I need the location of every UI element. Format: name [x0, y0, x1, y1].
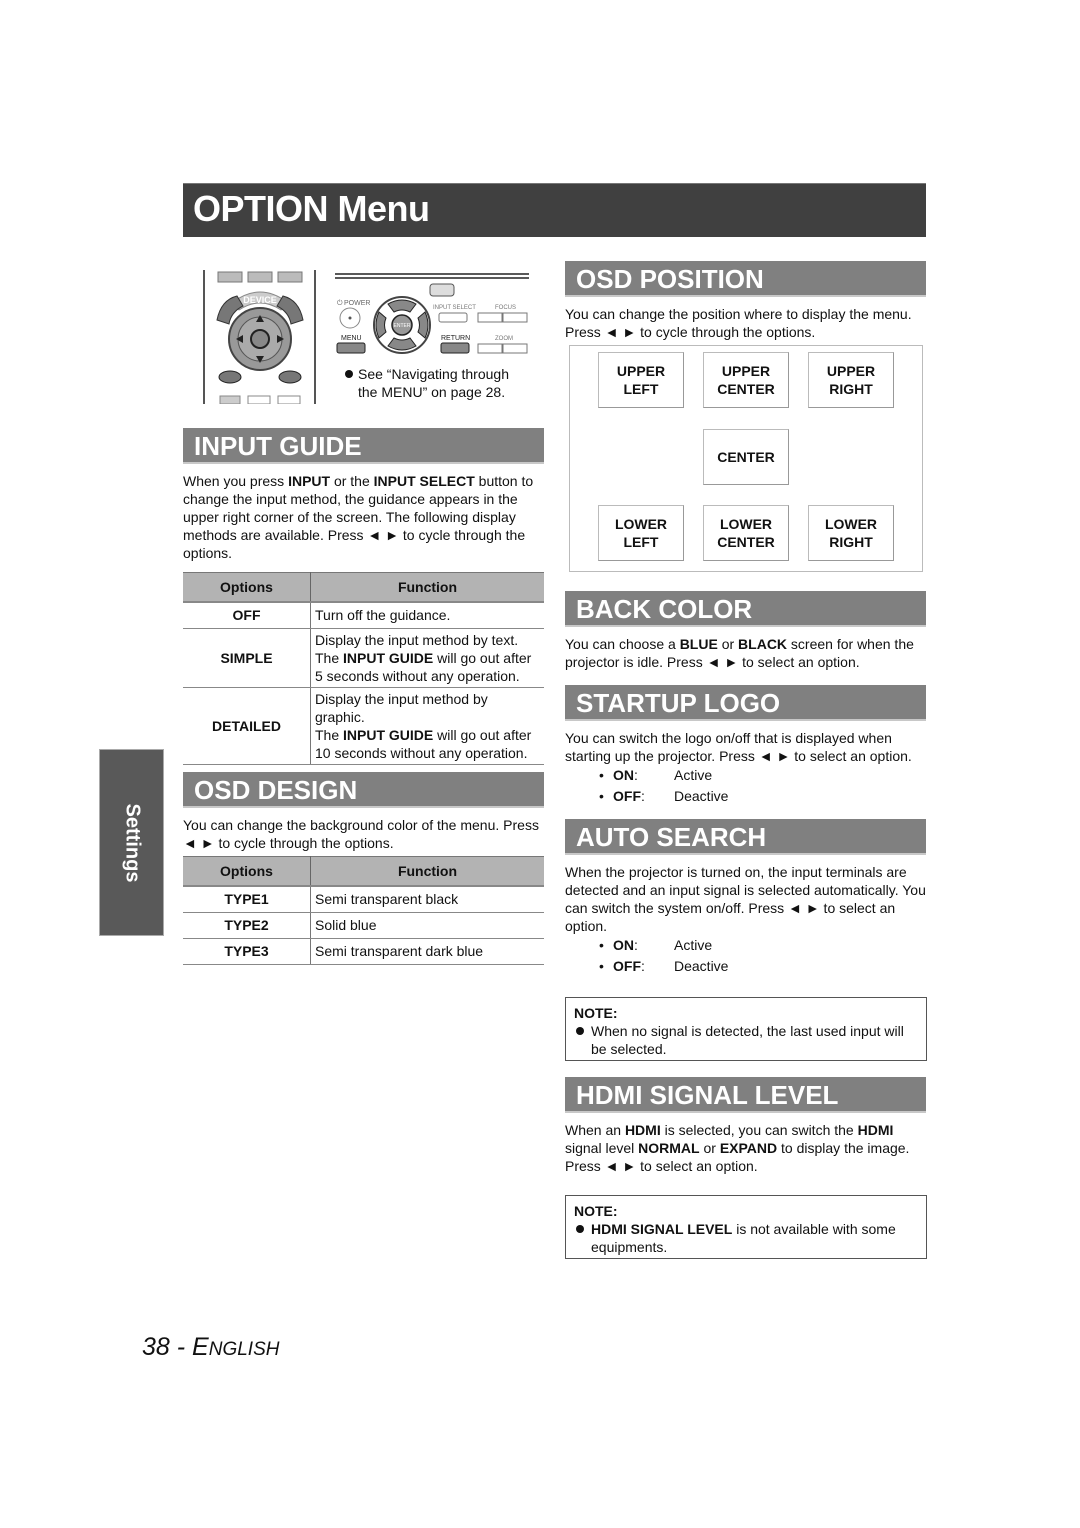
col-function: Function	[310, 572, 544, 603]
osd-position-heading: OSD POSITION	[565, 261, 926, 297]
table-row: SIMPLE Display the input method by text.…	[183, 628, 544, 688]
freeze-button-icon	[278, 370, 302, 384]
table-header-row: Options Function	[183, 572, 544, 603]
hdmi-signal-level-heading: HDMI SIGNAL LEVEL	[565, 1077, 926, 1113]
svg-text:⏻: ⏻	[337, 299, 343, 307]
table-row: DETAILED Display the input method by gra…	[183, 687, 544, 765]
note-title: NOTE:	[574, 1005, 618, 1021]
default-button-icon	[218, 370, 242, 384]
list-item: • OFF: Deactive	[599, 788, 729, 804]
position-upper-right: UPPER RIGHT	[808, 352, 894, 408]
position-center: CENTER	[703, 429, 789, 485]
page-number: 38	[142, 1333, 170, 1361]
back-color-heading: BACK COLOR	[565, 591, 926, 627]
input-guide-text: When you press INPUT or the INPUT SELECT…	[183, 473, 534, 561]
osd-design-heading: OSD DESIGN	[183, 772, 544, 808]
bullet-dot-icon	[345, 370, 353, 378]
settings-side-tab: Settings	[99, 749, 164, 936]
position-lower-left: LOWER LEFT	[598, 505, 684, 561]
col-function: Function	[310, 856, 544, 887]
osd-position-text: You can change the position where to dis…	[565, 306, 912, 340]
osd-design-text: You can change the background color of t…	[183, 817, 539, 851]
position-lower-right: LOWER RIGHT	[808, 505, 894, 561]
startup-logo-options: • ON: Active • OFF: Deactive	[599, 765, 728, 807]
pause-button-icon	[247, 271, 273, 283]
zoom-minus-button-icon	[477, 343, 503, 354]
auto-search-options: • ON: Active • OFF: Deactive	[599, 935, 728, 977]
input-guide-table: Options Function OFF Turn off the guidan…	[183, 572, 544, 765]
startup-logo-text: You can switch the logo on/off that is d…	[565, 730, 912, 764]
position-upper-left: UPPER LEFT	[598, 352, 684, 408]
svg-text:FOCUS: FOCUS	[495, 305, 516, 311]
return-panel-button-icon	[440, 342, 470, 354]
back-color-text: You can choose a BLUE or BLACK screen fo…	[565, 636, 914, 670]
list-item: • ON: Active	[599, 767, 713, 783]
list-item: • ON: Active	[599, 937, 713, 953]
table-row: TYPE1 Semi transparent black	[183, 886, 544, 913]
indicator-icon	[429, 283, 455, 297]
svg-text:POWER: POWER	[344, 300, 370, 307]
table-row: TYPE3 Semi transparent dark blue	[183, 938, 544, 965]
projector-panel-illustration: ⏻ POWER ENTER MENU RETURN INPUT SELECT F…	[333, 270, 533, 360]
col-options: Options	[183, 856, 311, 887]
svg-text:RETURN: RETURN	[441, 335, 470, 342]
osd-design-table: Options Function TYPE1 Semi transparent …	[183, 856, 544, 965]
svg-text:MENU: MENU	[341, 335, 362, 342]
page-title: OPTION Menu	[193, 188, 430, 229]
zoom-plus-button-icon	[502, 343, 528, 354]
page-footer: 38 - ENGLISH	[142, 1333, 280, 1361]
osd-position-diagram: UPPER LEFT UPPER CENTER UPPER RIGHT CENT…	[569, 345, 923, 572]
play-button-icon	[277, 271, 303, 283]
menu-panel-button-icon	[336, 342, 366, 354]
enter-button-icon	[250, 329, 270, 349]
svg-text:ZOOM: ZOOM	[495, 336, 513, 342]
input-guide-heading: INPUT GUIDE	[183, 428, 544, 464]
table-row: OFF Turn off the guidance.	[183, 602, 544, 629]
side-tab-label: Settings	[121, 803, 143, 882]
hdmi-signal-level-text: When an HDMI is selected, you can switch…	[565, 1122, 910, 1174]
stop-button-icon	[217, 271, 243, 283]
language-label: NGLISH	[208, 1339, 280, 1360]
see-navigating-note: See “Navigating through the MENU” on pag…	[345, 365, 509, 401]
list-item: • OFF: Deactive	[599, 958, 729, 974]
svg-text:INPUT SELECT: INPUT SELECT	[433, 305, 476, 311]
startup-logo-heading: STARTUP LOGO	[565, 685, 926, 721]
page-title-bar: OPTION Menu	[183, 183, 926, 237]
input-select-button-icon	[438, 312, 468, 323]
bullet-dot-icon	[576, 1225, 584, 1233]
col-options: Options	[183, 572, 311, 603]
hdmi-signal-level-note: NOTE: HDMI SIGNAL LEVEL is not available…	[565, 1195, 927, 1259]
bullet-dot-icon	[576, 1027, 584, 1035]
focus-plus-button-icon	[502, 312, 528, 323]
auto-search-note: NOTE: When no signal is detected, the la…	[565, 997, 927, 1061]
auto-search-text: When the projector is turned on, the inp…	[565, 864, 926, 934]
svg-text:DEVICE: DEVICE	[243, 295, 277, 305]
auto-search-heading: AUTO SEARCH	[565, 819, 926, 855]
position-lower-center: LOWER CENTER	[703, 505, 789, 561]
svg-text:ENTER: ENTER	[394, 323, 411, 329]
table-header-row: Options Function	[183, 856, 544, 887]
position-upper-center: UPPER CENTER	[703, 352, 789, 408]
table-row: TYPE2 Solid blue	[183, 912, 544, 939]
focus-minus-button-icon	[477, 312, 503, 323]
remote-control-illustration: DEVICE	[203, 270, 317, 405]
note-title: NOTE:	[574, 1203, 618, 1219]
